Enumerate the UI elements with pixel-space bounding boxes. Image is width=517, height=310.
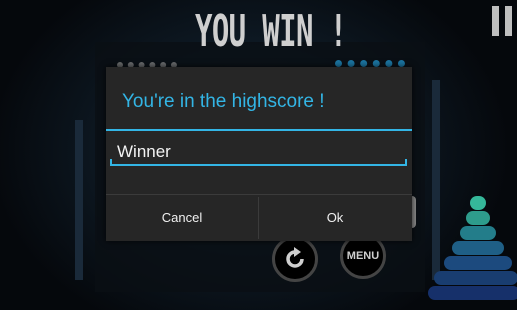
pause-icon bbox=[492, 6, 499, 36]
disk bbox=[466, 211, 490, 225]
ok-button[interactable]: Ok bbox=[259, 195, 411, 241]
cancel-button[interactable]: Cancel bbox=[106, 195, 258, 241]
highscore-dialog: You're in the highscore ! Cancel Ok bbox=[106, 67, 412, 241]
disk bbox=[434, 271, 517, 285]
disk bbox=[444, 256, 512, 270]
pause-button[interactable] bbox=[492, 6, 514, 36]
restart-icon bbox=[286, 247, 304, 268]
menu-button-label: MENU bbox=[346, 250, 380, 262]
disk bbox=[460, 226, 496, 240]
disk-stack bbox=[428, 196, 517, 310]
peg-left bbox=[75, 120, 83, 280]
win-title: YOU WIN ! bbox=[195, 6, 347, 57]
restart-button[interactable] bbox=[272, 236, 318, 282]
dialog-title: You're in the highscore ! bbox=[122, 91, 325, 112]
player-name-input[interactable] bbox=[110, 139, 406, 165]
title-divider bbox=[106, 129, 412, 131]
disk bbox=[470, 196, 486, 210]
disk bbox=[452, 241, 504, 255]
disk bbox=[428, 286, 517, 300]
input-underline bbox=[110, 164, 407, 166]
